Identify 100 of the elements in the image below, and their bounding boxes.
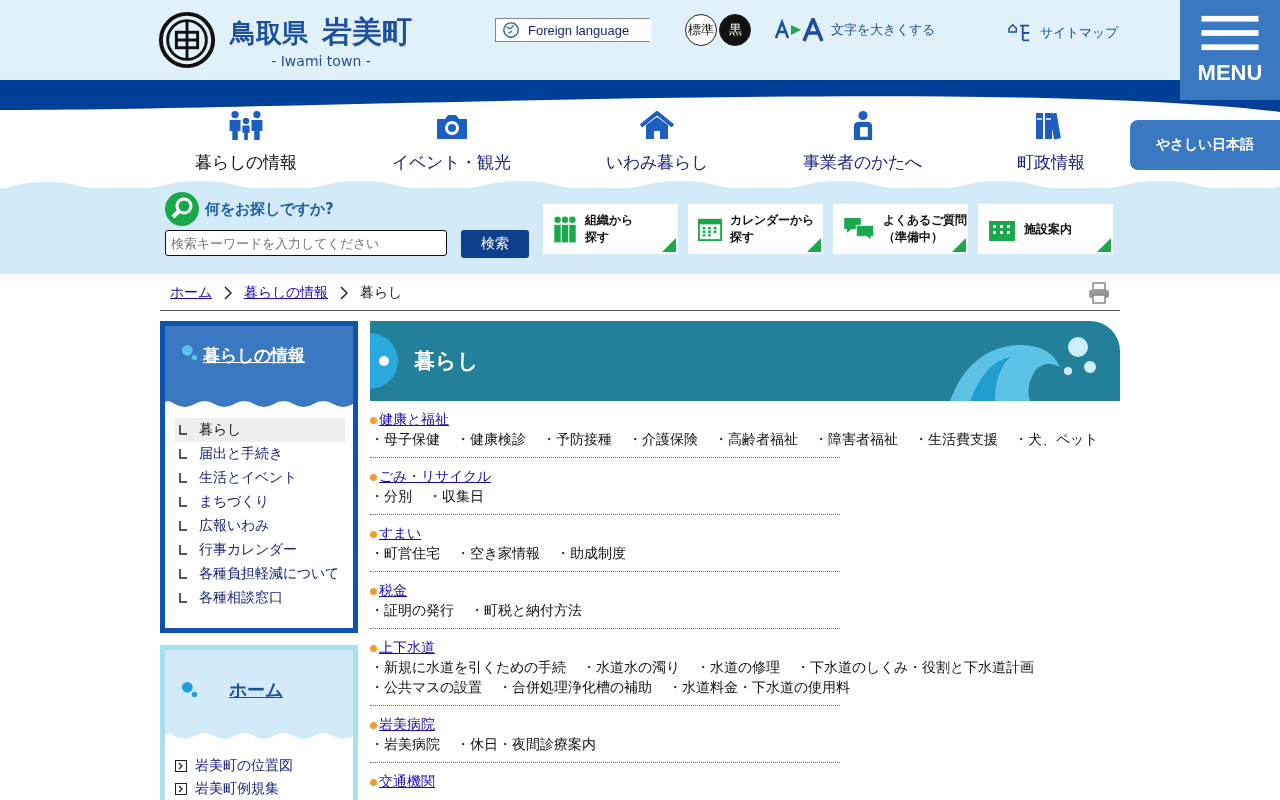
breadcrumb-link[interactable]: 暮らしの情報 bbox=[244, 284, 328, 302]
category-link[interactable]: すまい bbox=[379, 525, 421, 543]
chevron-right-icon bbox=[224, 286, 232, 300]
bubbles-icon bbox=[181, 344, 199, 362]
contrast-button[interactable]: 標準 bbox=[685, 14, 717, 46]
chevron-right-icon bbox=[340, 286, 348, 300]
main-nav-link[interactable]: 事業者のかたへ bbox=[803, 110, 922, 174]
main-nav-link[interactable]: 町政情報 bbox=[1017, 110, 1085, 174]
category-item: ・助成制度 bbox=[556, 544, 626, 563]
category-item: ・分別 bbox=[370, 487, 412, 506]
sidebar-item[interactable]: 届出と手続き bbox=[175, 442, 345, 466]
corner-triangle-icon bbox=[1097, 238, 1111, 252]
sidebar-item[interactable]: まちづくり bbox=[175, 490, 345, 514]
bullet-icon bbox=[370, 721, 377, 729]
category-link[interactable]: 税金 bbox=[379, 582, 407, 600]
category-item: ・町税と納付方法 bbox=[470, 601, 582, 620]
category-item: ・障害者福祉 bbox=[814, 430, 898, 449]
bullet-icon bbox=[370, 473, 377, 481]
chevron-box-icon bbox=[175, 782, 187, 795]
quick-link-card[interactable]: 施設案内 bbox=[978, 204, 1113, 254]
search-field[interactable]: 検索キーワードを入力してください bbox=[165, 230, 448, 256]
sidebar-item[interactable]: 各種相談窓口 bbox=[175, 586, 345, 610]
menu-button[interactable]: MENU bbox=[1180, 0, 1280, 100]
prefecture-name: 鳥取県 bbox=[230, 16, 308, 50]
bullet-icon bbox=[370, 530, 377, 538]
calendar-icon bbox=[698, 217, 722, 241]
sidebar-item[interactable]: 生活とイベント bbox=[175, 466, 345, 490]
search-button[interactable]: 検索 bbox=[461, 230, 529, 258]
category-item: ・水道水の濁り bbox=[582, 658, 680, 677]
category-link[interactable]: 岩美病院 bbox=[379, 716, 435, 734]
category-item: ・休日・夜間診療案内 bbox=[456, 735, 596, 754]
category-item: ・予防接種 bbox=[542, 430, 612, 449]
bullet-icon bbox=[370, 587, 377, 595]
quick-link-card[interactable]: 組織から 探す bbox=[543, 204, 678, 254]
home-link[interactable]: 岩美町の位置図 bbox=[175, 754, 345, 777]
category-item: ・公共マスの設置 bbox=[370, 678, 482, 697]
category-link[interactable]: ごみ・リサイクル bbox=[379, 468, 491, 486]
quick-link-card[interactable]: カレンダーから 探す bbox=[688, 204, 823, 254]
sidebar-item[interactable]: 暮らし bbox=[175, 418, 345, 442]
easy-japanese-button[interactable]: やさしい日本語 bbox=[1130, 120, 1280, 170]
category-item: ・岩美病院 bbox=[370, 735, 440, 754]
category-link[interactable]: 健康と福祉 bbox=[379, 411, 449, 429]
main-nav-link[interactable]: イベント・観光 bbox=[392, 110, 511, 174]
corner-bullet-icon bbox=[179, 521, 187, 531]
home-title-link[interactable]: ホーム bbox=[229, 678, 283, 702]
foreign-language-button[interactable]: Foreign language bbox=[495, 18, 651, 42]
main-nav-link[interactable]: いわみ暮らし bbox=[606, 110, 708, 174]
bullet-icon bbox=[370, 416, 377, 424]
breadcrumb-current: 暮らし bbox=[360, 284, 402, 302]
house-icon bbox=[639, 111, 675, 141]
search-icon bbox=[165, 192, 199, 226]
corner-triangle-icon bbox=[662, 238, 676, 252]
quick-link-card[interactable]: よくあるご質問 （準備中） bbox=[833, 204, 968, 254]
category-item: ・町営住宅 bbox=[370, 544, 440, 563]
corner-bullet-icon bbox=[179, 593, 187, 603]
category-item: ・収集日 bbox=[428, 487, 484, 506]
sitemap-link[interactable]: サイトマップ bbox=[1006, 22, 1118, 44]
category-item: ・合併処理浄化槽の補助 bbox=[498, 678, 652, 697]
category-item: ・高齢者福祉 bbox=[714, 430, 798, 449]
corner-bullet-icon bbox=[179, 497, 187, 507]
category-item: ・生活費支援 bbox=[914, 430, 998, 449]
menu-icon bbox=[1200, 14, 1260, 52]
town-name: 岩美町 bbox=[322, 12, 412, 51]
corner-bullet-icon bbox=[179, 425, 187, 435]
category-item: ・犬、ペット bbox=[1014, 430, 1098, 449]
corner-bullet-icon bbox=[179, 569, 187, 579]
breadcrumb-link[interactable]: ホーム bbox=[170, 284, 212, 302]
main-nav-link[interactable]: 暮らしの情報 bbox=[195, 110, 297, 174]
category-item: ・新規に水道を引くための手続 bbox=[370, 658, 566, 677]
category-item: ・健康検診 bbox=[456, 430, 526, 449]
camera-icon bbox=[434, 113, 469, 141]
category-item: ・母子保健 bbox=[370, 430, 440, 449]
category-link[interactable]: 交通機関 bbox=[379, 773, 435, 791]
sidebar-item[interactable]: 広報いわみ bbox=[175, 514, 345, 538]
category-item: ・介護保険 bbox=[628, 430, 698, 449]
page-title: 暮らし bbox=[414, 348, 479, 375]
corner-bullet-icon bbox=[179, 473, 187, 483]
speech-bubbles-icon bbox=[843, 217, 875, 241]
font-size-link[interactable]: 文字を大きくする bbox=[775, 18, 935, 42]
chevron-box-icon bbox=[175, 759, 187, 772]
people-icon bbox=[553, 215, 577, 243]
corner-bullet-icon bbox=[179, 545, 187, 555]
category-item: ・空き家情報 bbox=[456, 544, 540, 563]
sidebar-item[interactable]: 行事カレンダー bbox=[175, 538, 345, 562]
bubbles-icon bbox=[181, 681, 199, 699]
category-item: ・水道料金・下水道の使用料 bbox=[668, 678, 850, 697]
emblem-icon bbox=[158, 11, 216, 69]
corner-triangle-icon bbox=[952, 238, 966, 252]
bullet-icon bbox=[370, 644, 377, 652]
category-item: ・証明の発行 bbox=[370, 601, 454, 620]
corner-triangle-icon bbox=[807, 238, 821, 252]
printer-icon[interactable] bbox=[1088, 282, 1110, 304]
category-link[interactable]: 上下水道 bbox=[379, 639, 435, 657]
home-link[interactable]: 岩美町例規集 bbox=[175, 777, 345, 800]
contrast-button[interactable]: 黒 bbox=[719, 14, 751, 46]
sidebar-item[interactable]: 各種負担軽減について bbox=[175, 562, 345, 586]
town-english-name: - Iwami town - bbox=[271, 52, 371, 69]
search-heading: 何をお探しですか? bbox=[205, 199, 334, 219]
sidebar-title-link[interactable]: 暮らしの情報 bbox=[203, 344, 305, 367]
category-item: ・水道の修理 bbox=[696, 658, 780, 677]
